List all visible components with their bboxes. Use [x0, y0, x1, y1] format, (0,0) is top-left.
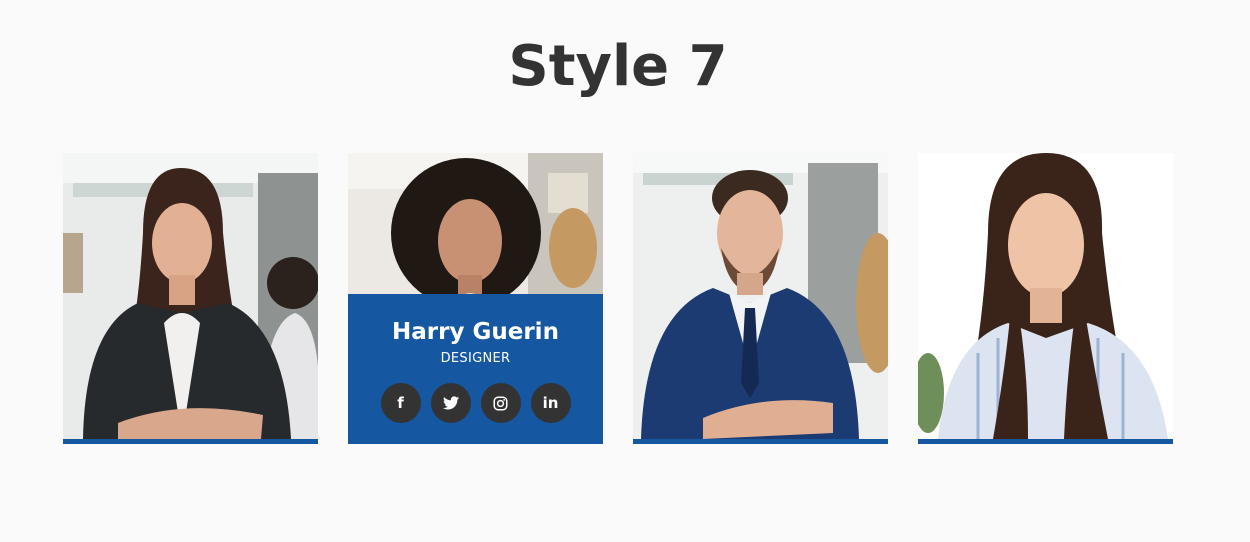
accent-bar [633, 439, 888, 444]
instagram-icon[interactable] [480, 383, 521, 423]
facebook-icon[interactable]: f [380, 383, 421, 423]
page-title: Style 7 [508, 34, 728, 99]
member-photo [918, 153, 1173, 439]
linkedin-icon[interactable]: in [530, 383, 571, 423]
accent-bar [63, 439, 318, 444]
member-name: Harry Guerin [392, 319, 559, 345]
accent-bar [918, 439, 1173, 444]
member-info-overlay: Harry Guerin DESIGNER f in [348, 294, 603, 444]
member-photo [63, 153, 318, 439]
member-role: DESIGNER [440, 351, 511, 366]
social-links: f in [348, 383, 603, 423]
team-member-card[interactable] [63, 153, 318, 444]
team-member-card[interactable] [633, 153, 888, 444]
twitter-icon[interactable] [430, 383, 471, 423]
member-photo [633, 153, 888, 439]
team-member-card[interactable] [918, 153, 1173, 444]
team-member-card[interactable]: Harry Guerin DESIGNER f in [348, 153, 603, 444]
